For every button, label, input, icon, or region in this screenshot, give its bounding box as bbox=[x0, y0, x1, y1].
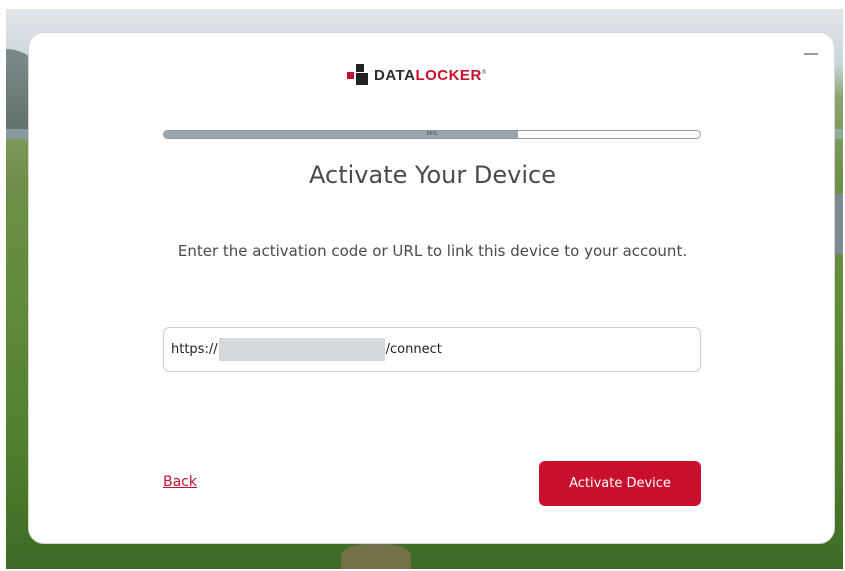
activation-dialog: DATALOCKER® 66% Activate Your Device Ent… bbox=[28, 32, 835, 544]
instruction-text: Enter the activation code or URL to link… bbox=[177, 242, 688, 260]
url-suffix: /connect bbox=[385, 342, 442, 357]
logo-text: DATALOCKER® bbox=[374, 67, 487, 84]
back-link[interactable]: Back bbox=[163, 474, 197, 490]
datalocker-logo: DATALOCKER® bbox=[347, 61, 487, 89]
logo-text-data: DATA bbox=[374, 66, 416, 84]
minimize-icon[interactable] bbox=[804, 53, 818, 55]
setup-progress-bar: 66% bbox=[163, 130, 701, 139]
background-trail bbox=[341, 544, 411, 569]
url-prefix: https:// bbox=[171, 342, 218, 357]
page-title: Activate Your Device bbox=[309, 161, 556, 189]
logo-text-locker: LOCKER bbox=[415, 66, 482, 84]
registered-mark: ® bbox=[481, 69, 487, 76]
activation-url-input[interactable]: https:// /connect bbox=[163, 327, 701, 372]
activate-device-button[interactable]: Activate Device bbox=[539, 461, 701, 506]
logo-mark-icon bbox=[347, 64, 369, 86]
redacted-region bbox=[218, 338, 385, 361]
progress-label: 66% bbox=[426, 131, 438, 137]
